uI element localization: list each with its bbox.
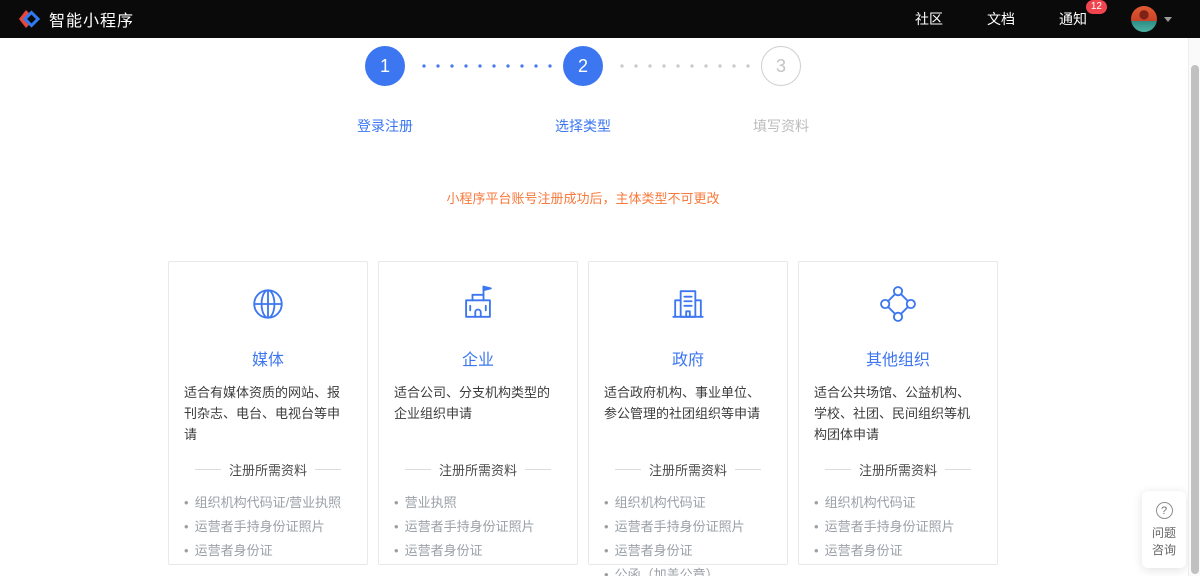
material-item: 运营者身份证 (184, 539, 352, 563)
material-item: 营业执照 (394, 491, 562, 515)
card-description: 适合政府机构、事业单位、参公管理的社团组织等申请 (604, 382, 772, 450)
materials-title: 注册所需资料 (394, 460, 562, 479)
card-government[interactable]: 政府 适合政府机构、事业单位、参公管理的社团组织等申请 注册所需资料 组织机构代… (588, 261, 788, 565)
material-item: 组织机构代码证 (604, 491, 772, 515)
user-menu[interactable] (1131, 6, 1172, 32)
card-other-organization[interactable]: 其他组织 适合公共场馆、公益机构、学校、社团、民间组织等机构团体申请 注册所需资… (798, 261, 998, 565)
step-label-choose-type[interactable]: 选择类型 (555, 116, 611, 136)
materials-list: 组织机构代码证运营者手持身份证照片运营者身份证 (814, 491, 982, 563)
material-item: 运营者身份证 (814, 539, 982, 563)
card-title: 企业 (394, 346, 562, 368)
scrollbar-thumb[interactable] (1191, 65, 1199, 574)
material-item: 运营者身份证 (604, 539, 772, 563)
material-item: 运营者手持身份证照片 (604, 515, 772, 539)
help-label-line1: 问题 (1142, 525, 1186, 542)
question-mark-icon: ? (1156, 502, 1173, 519)
help-label-line2: 咨询 (1142, 542, 1186, 559)
government-building-icon (604, 282, 772, 326)
smart-miniprogram-logo-icon (16, 7, 40, 31)
materials-list: 营业执照运营者手持身份证照片运营者身份证 (394, 491, 562, 563)
header-nav: 社区 文档 通知 12 (915, 6, 1182, 32)
step-label-login-register[interactable]: 登录注册 (357, 116, 413, 136)
material-item: 运营者身份证 (394, 539, 562, 563)
material-item: 组织机构代码证/营业执照 (184, 491, 352, 515)
type-immutable-warning: 小程序平台账号注册成功后，主体类型不可更改 (168, 188, 998, 207)
material-item: 运营者手持身份证照片 (814, 515, 982, 539)
organization-network-icon (814, 282, 982, 326)
card-title: 政府 (604, 346, 772, 368)
help-consult-button[interactable]: ? 问题 咨询 (1142, 491, 1186, 569)
step-connector-2-3 (613, 64, 751, 68)
nav-notifications[interactable]: 通知 12 (1059, 9, 1087, 29)
app-title: 智能小程序 (49, 7, 134, 31)
card-enterprise[interactable]: 企业 适合公司、分支机构类型的企业组织申请 注册所需资料 营业执照运营者手持身份… (378, 261, 578, 565)
nav-docs[interactable]: 文档 (987, 9, 1015, 29)
avatar[interactable] (1131, 6, 1157, 32)
chevron-down-icon (1164, 17, 1172, 22)
step-label-fill-info: 填写资料 (753, 116, 809, 136)
card-description: 适合有媒体资质的网站、报刊杂志、电台、电视台等申请 (184, 382, 352, 450)
card-description: 适合公共场馆、公益机构、学校、社团、民间组织等机构团体申请 (814, 382, 982, 450)
vertical-scrollbar (1188, 38, 1200, 576)
entity-type-cards: 媒体 适合有媒体资质的网站、报刊杂志、电台、电视台等申请 注册所需资料 组织机构… (168, 261, 998, 565)
enterprise-building-icon (394, 282, 562, 326)
globe-icon (184, 282, 352, 326)
step-circle-2[interactable]: 2 (563, 46, 603, 86)
registration-stepper: 1 2 3 登录注册 选择类型 填写资料 (365, 46, 801, 136)
step-circle-1[interactable]: 1 (365, 46, 405, 86)
materials-title: 注册所需资料 (814, 460, 982, 479)
step-connector-1-2 (415, 64, 553, 68)
card-title: 其他组织 (814, 346, 982, 368)
material-item: 运营者手持身份证照片 (394, 515, 562, 539)
materials-list: 组织机构代码证/营业执照运营者手持身份证照片运营者身份证 (184, 491, 352, 563)
material-item: 组织机构代码证 (814, 491, 982, 515)
material-item: 公函（加盖公章） (604, 563, 772, 576)
card-title: 媒体 (184, 346, 352, 368)
notification-badge: 12 (1086, 0, 1107, 14)
nav-community[interactable]: 社区 (915, 9, 943, 29)
main-content: 1 2 3 登录注册 选择类型 填写资料 小程序平台账号注册成功后，主体类型不可… (168, 46, 998, 565)
top-header-bar: 智能小程序 社区 文档 通知 12 (0, 0, 1200, 38)
app-logo[interactable]: 智能小程序 (16, 7, 134, 31)
materials-title: 注册所需资料 (604, 460, 772, 479)
materials-title: 注册所需资料 (184, 460, 352, 479)
step-circle-3: 3 (761, 46, 801, 86)
card-description: 适合公司、分支机构类型的企业组织申请 (394, 382, 562, 450)
card-media[interactable]: 媒体 适合有媒体资质的网站、报刊杂志、电台、电视台等申请 注册所需资料 组织机构… (168, 261, 368, 565)
material-item: 运营者手持身份证照片 (184, 515, 352, 539)
materials-list: 组织机构代码证运营者手持身份证照片运营者身份证公函（加盖公章） (604, 491, 772, 576)
